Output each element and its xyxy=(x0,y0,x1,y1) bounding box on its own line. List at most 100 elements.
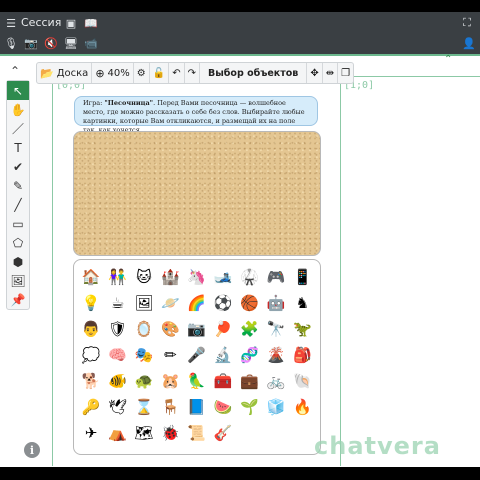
sandbox-item-icon[interactable]: 🐢 xyxy=(131,368,157,394)
sandbox-item-icon[interactable]: ⌛ xyxy=(131,394,157,420)
sandbox-item-icon[interactable]: 🗺 xyxy=(131,420,157,446)
sandbox-item-icon[interactable]: ✈ xyxy=(78,420,104,446)
sandbox-item-icon[interactable]: 👫 xyxy=(104,264,130,290)
sandbox-item-icon[interactable]: 🧰 xyxy=(210,368,236,394)
sandbox-item-icon[interactable]: 🦄 xyxy=(184,264,210,290)
check-tool-icon[interactable]: ✔ xyxy=(7,157,29,176)
redo-button[interactable]: ↷ xyxy=(185,63,200,83)
user-icon[interactable]: 👤 xyxy=(462,36,476,50)
sandbox-item-icon[interactable]: 🦖 xyxy=(289,316,315,342)
image-tool-icon[interactable]: 🖼 xyxy=(7,271,29,290)
sandbox-item-icon[interactable]: 🎤 xyxy=(184,342,210,368)
sandbox-field[interactable] xyxy=(73,131,321,256)
cube-tool-icon[interactable]: ⬢ xyxy=(7,252,29,271)
sandbox-item-icon[interactable]: 📷 xyxy=(184,316,210,342)
sandbox-item-icon[interactable]: 🏠 xyxy=(78,264,104,290)
sandbox-item-icon[interactable]: 🚲 xyxy=(263,368,289,394)
text-tool-icon[interactable]: T xyxy=(7,138,29,157)
hand-tool-icon[interactable]: ✋ xyxy=(7,100,29,119)
sandbox-item-icon[interactable]: 🔥 xyxy=(289,394,315,420)
sandbox-item-icon[interactable]: 🎨 xyxy=(157,316,183,342)
bottom-bar xyxy=(0,467,480,480)
sandbox-item-icon[interactable]: 🏰 xyxy=(157,264,183,290)
sandbox-item-icon[interactable]: 🎿 xyxy=(210,264,236,290)
sandbox-item-icon[interactable]: 🌋 xyxy=(263,342,289,368)
sandbox-item-icon[interactable]: 🏀 xyxy=(236,290,262,316)
book-icon[interactable]: 📖 xyxy=(84,16,98,30)
pen-tool-icon[interactable]: ／ xyxy=(7,119,29,138)
sandbox-item-icon[interactable]: 🪐 xyxy=(157,290,183,316)
sandbox-item-icon[interactable]: 👨 xyxy=(78,316,104,342)
board-button[interactable]: 📂 Доска xyxy=(37,63,93,83)
sandbox-item-icon[interactable]: 🐠 xyxy=(104,368,130,394)
sandbox-item-icon[interactable]: 🏓 xyxy=(210,316,236,342)
session-label[interactable]: Сессия xyxy=(21,16,61,30)
line-tool-icon[interactable]: ╱ xyxy=(7,195,29,214)
lock-button[interactable]: 🔓 xyxy=(150,63,170,83)
sandbox-item-icon[interactable]: 🔭 xyxy=(263,316,289,342)
screen-share-icon[interactable]: 🖥 xyxy=(64,36,78,50)
rectangle-tool-icon[interactable]: ▭ xyxy=(7,214,29,233)
sandbox-item-icon[interactable]: 📱 xyxy=(289,264,315,290)
sandbox-item-icon[interactable]: 🐞 xyxy=(157,420,183,446)
redo-icon: ↷ xyxy=(187,67,196,79)
sandbox-item-icon[interactable]: 🧬 xyxy=(236,342,262,368)
pin-tool-icon[interactable]: 📌 xyxy=(7,290,29,309)
sandbox-item-icon[interactable]: 🔬 xyxy=(210,342,236,368)
sandbox-item-icon[interactable]: ☕ xyxy=(104,290,130,316)
video-off-icon[interactable]: 📹 xyxy=(84,36,98,50)
menu-icon[interactable]: ☰ xyxy=(4,16,18,30)
sandbox-item-icon[interactable]: 🎭 xyxy=(131,342,157,368)
sandbox-item-icon[interactable]: 🛡 xyxy=(104,316,130,342)
sandbox-item-icon[interactable]: 🐹 xyxy=(157,368,183,394)
undo-button[interactable]: ↶ xyxy=(169,63,185,83)
select-tool-icon[interactable]: ↖ xyxy=(7,81,29,100)
game-instruction: Игра: "Песочница". Перед Вами песочница … xyxy=(74,96,318,134)
sandbox-item-icon[interactable]: 🎒 xyxy=(289,342,315,368)
settings-button[interactable]: ⚙ xyxy=(134,63,150,83)
sandbox-item-icon[interactable]: ✏ xyxy=(157,342,183,368)
camera-off-icon[interactable]: 📷 xyxy=(24,36,38,50)
sandbox-item-icon[interactable]: 💭 xyxy=(78,342,104,368)
sandbox-item-icon[interactable]: 🌱 xyxy=(236,394,262,420)
zoom-button[interactable]: ⊕ 40% xyxy=(92,63,134,83)
sandbox-item-icon[interactable]: 📘 xyxy=(184,394,210,420)
transform-button[interactable]: ✥ xyxy=(307,63,323,83)
sandbox-item-icon[interactable]: 🐱 xyxy=(131,264,157,290)
distribute-button[interactable]: ⇹ xyxy=(323,63,339,83)
sandbox-item-icon[interactable]: 🤖 xyxy=(263,290,289,316)
sandbox-item-icon[interactable]: 🕊 xyxy=(104,394,130,420)
sandbox-item-icon[interactable]: 📜 xyxy=(184,420,210,446)
sandbox-item-icon[interactable]: 🔑 xyxy=(78,394,104,420)
layers-button[interactable]: ❐ xyxy=(338,63,353,83)
speaker-off-icon[interactable]: 🔇 xyxy=(44,36,58,50)
sandbox-item-icon[interactable]: 🦜 xyxy=(184,368,210,394)
sandbox-item-icon[interactable]: ♞ xyxy=(289,290,315,316)
sandbox-item-icon[interactable]: ⚽ xyxy=(210,290,236,316)
chevron-up-icon-right[interactable]: ⌃ xyxy=(444,54,452,65)
sandbox-item-icon[interactable]: 🎮 xyxy=(263,264,289,290)
sandbox-item-icon[interactable]: 🪑 xyxy=(157,394,183,420)
sandbox-item-icon[interactable]: 🐕 xyxy=(78,368,104,394)
sandbox-item-icon[interactable]: 🧠 xyxy=(104,342,130,368)
sandbox-item-icon[interactable]: 🖼 xyxy=(131,290,157,316)
fullscreen-icon[interactable]: ⛶ xyxy=(460,16,474,30)
sandbox-item-icon[interactable]: 💡 xyxy=(78,290,104,316)
info-icon[interactable]: i xyxy=(24,442,40,458)
screen-icon[interactable]: ▣ xyxy=(64,16,78,30)
polygon-tool-icon[interactable]: ⬠ xyxy=(7,233,29,252)
sandbox-item-icon[interactable]: 🥋 xyxy=(236,264,262,290)
sandbox-item-icon[interactable]: 🎸 xyxy=(210,420,236,446)
grid-line-left xyxy=(52,80,53,466)
sandbox-item-icon[interactable]: 💼 xyxy=(236,368,262,394)
sandbox-item-icon[interactable]: 🪞 xyxy=(131,316,157,342)
sandbox-item-icon[interactable]: 🧊 xyxy=(263,394,289,420)
sandbox-item-icon[interactable]: 🧩 xyxy=(236,316,262,342)
sandbox-item-icon[interactable]: 🍉 xyxy=(210,394,236,420)
sandbox-item-icon[interactable]: ⛺ xyxy=(104,420,130,446)
mic-off-icon[interactable]: 🎙 xyxy=(4,36,18,50)
sandbox-item-icon[interactable]: 🌈 xyxy=(184,290,210,316)
collapse-chevron-icon[interactable]: ⌃ xyxy=(10,64,20,78)
sandbox-item-icon[interactable]: 🐚 xyxy=(289,368,315,394)
marker-tool-icon[interactable]: ✎ xyxy=(7,176,29,195)
